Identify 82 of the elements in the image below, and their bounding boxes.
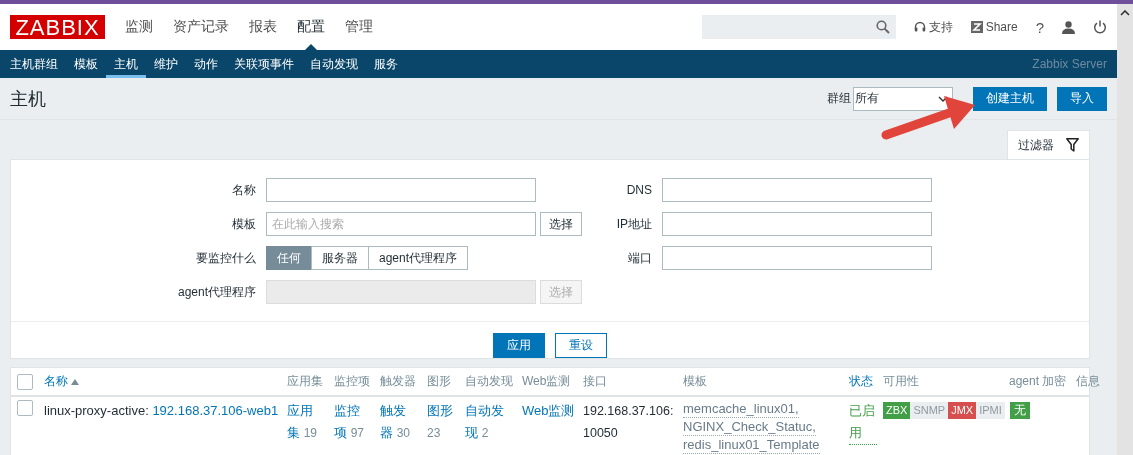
help-link[interactable]: ?	[1035, 18, 1044, 36]
text-field[interactable]	[266, 178, 536, 202]
share-link[interactable]: Share	[970, 20, 1018, 34]
web-link[interactable]: Web监测	[522, 403, 575, 418]
status-link[interactable]: 已启用	[849, 400, 877, 445]
column-header: 信息	[1075, 373, 1101, 390]
subnav-item[interactable]: 服务	[366, 50, 406, 78]
action-button[interactable]: 创建主机	[973, 86, 1047, 111]
column-header: 监控项	[333, 373, 371, 390]
column-header: 图形	[426, 373, 452, 390]
segment-option[interactable]: agent代理程序	[368, 246, 469, 270]
text-field[interactable]	[662, 246, 932, 270]
field-label: 端口	[627, 249, 652, 267]
scroll-up-icon[interactable]	[1120, 10, 1130, 16]
availability-badge: SNMP	[910, 402, 949, 419]
action-button[interactable]: 导入	[1057, 86, 1107, 111]
select-button[interactable]: 选择	[540, 212, 582, 236]
host-link[interactable]: 192.168.37.106-web1	[152, 403, 279, 418]
power-icon[interactable]	[1093, 20, 1107, 34]
select-all-checkbox[interactable]	[17, 373, 33, 390]
share-icon	[970, 21, 983, 33]
filter-tab[interactable]: 过滤器	[1007, 130, 1090, 159]
column-header: Web监测	[521, 373, 572, 390]
subnav-item[interactable]: 模板	[66, 50, 106, 78]
group-select[interactable]: 所有	[853, 86, 953, 111]
count-link[interactable]: 监控项 97	[334, 400, 366, 444]
count-link[interactable]: 应用集 19	[287, 400, 319, 444]
field-label: IP地址	[615, 215, 652, 233]
encryption-badge: 无	[1010, 402, 1030, 419]
menu-item[interactable]: 监测	[115, 4, 163, 50]
column-header: 自动发现	[464, 373, 514, 390]
subnav-item[interactable]: 关联项事件	[226, 50, 302, 78]
column-header[interactable]: 名称	[41, 373, 284, 390]
menu-item[interactable]: 配置	[287, 4, 335, 50]
group-label: 群组	[827, 90, 851, 107]
availability-badge: ZBX	[883, 402, 911, 419]
column-header: 可用性	[882, 373, 920, 390]
availability-badge: JMX	[948, 402, 977, 419]
subnav-item[interactable]: 动作	[186, 50, 226, 78]
subnav-item[interactable]: 主机群组	[2, 50, 66, 78]
text-field[interactable]	[662, 212, 932, 236]
page-title: 主机	[10, 87, 46, 111]
column-header[interactable]: 状态	[846, 373, 880, 390]
reset-button[interactable]: 重设	[555, 333, 607, 358]
apply-button[interactable]: 应用	[493, 333, 545, 358]
support-link[interactable]: 支持	[913, 18, 953, 36]
field-label: 名称	[231, 181, 256, 199]
proxy-name: linux-proxy-active:	[44, 403, 149, 418]
field-label: agent代理程序	[176, 283, 256, 301]
availability-badge: IPMI	[976, 402, 1005, 419]
column-header: 接口	[582, 373, 608, 390]
count-link[interactable]: 自动发现 2	[465, 400, 507, 444]
segment-option[interactable]: 服务器	[311, 246, 369, 270]
count-link[interactable]: 触发器 30	[380, 400, 412, 444]
template-link[interactable]: memcache_linux01,	[683, 401, 799, 418]
column-header: 应用集	[286, 373, 324, 390]
subnav-item[interactable]: 维护	[146, 50, 186, 78]
server-name: Zabbix Server	[1032, 57, 1108, 71]
template-link[interactable]: NGINX_Check_Statuc,	[683, 419, 816, 436]
headset-icon	[913, 21, 926, 33]
column-header: 触发器	[379, 373, 417, 390]
filter-icon	[1066, 138, 1079, 152]
row-checkbox[interactable]	[17, 400, 33, 416]
menu-item[interactable]: 管理	[335, 4, 383, 50]
text-field[interactable]	[662, 178, 932, 202]
search-field[interactable]: 在此输入搜索	[266, 212, 536, 236]
field-label: 要监控什么	[195, 249, 256, 267]
search-field[interactable]	[701, 15, 896, 39]
menu-item[interactable]: 资产记录	[163, 4, 239, 50]
logo[interactable]: ZABBIX	[10, 15, 105, 39]
subnav-item[interactable]: 主机	[106, 50, 146, 78]
interface-text: 192.168.37.106:10050	[582, 403, 675, 442]
column-header: 模板	[682, 373, 708, 390]
column-header: agent 加密	[1008, 373, 1068, 390]
search-icon	[875, 20, 890, 34]
template-link[interactable]: redis_linux01_Template	[683, 437, 820, 454]
field-label: 模板	[231, 215, 256, 233]
count-link[interactable]: 图形 23	[427, 400, 459, 444]
field-label: DNS	[625, 183, 652, 197]
menu-item[interactable]: 报表	[239, 4, 287, 50]
subnav-item[interactable]: 自动发现	[302, 50, 366, 78]
user-icon[interactable]	[1062, 20, 1075, 34]
